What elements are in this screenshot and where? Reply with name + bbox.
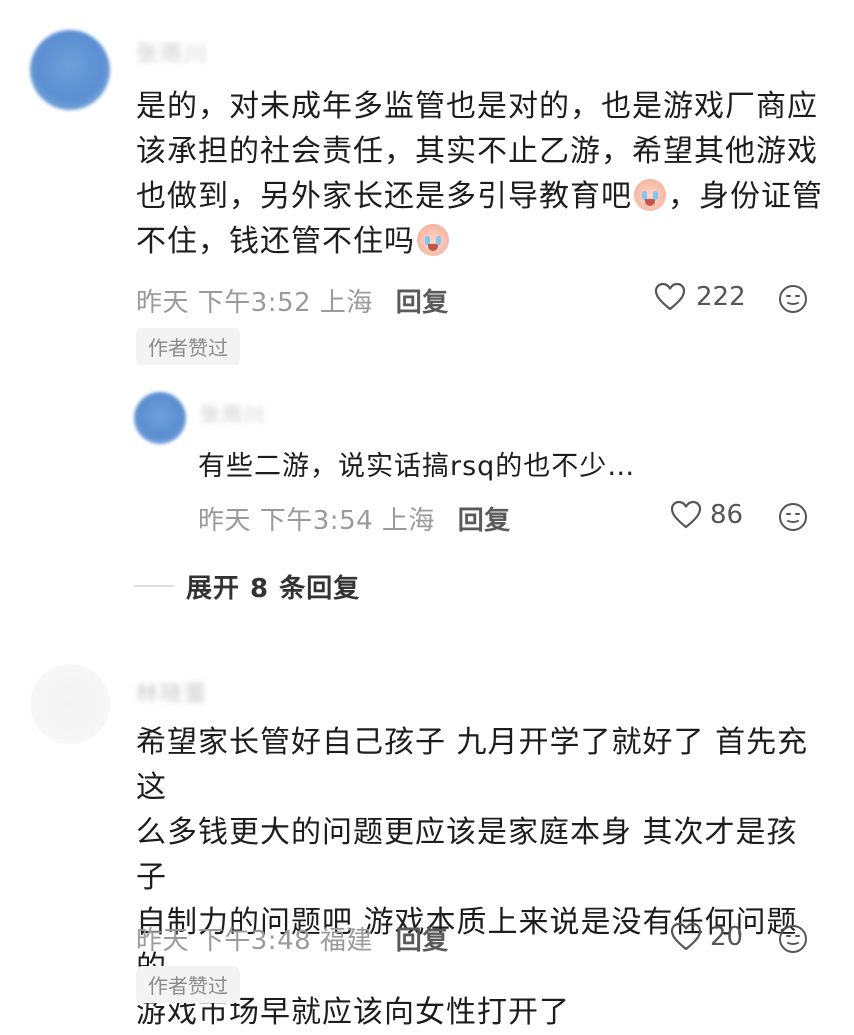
author-liked-badge: 作者赞过 <box>136 328 240 365</box>
comment-time: 昨天 下午3:52 上海 <box>136 288 373 318</box>
like-count: 86 <box>710 500 744 530</box>
expand-divider <box>134 585 174 587</box>
reply-button[interactable]: 回复 <box>458 506 511 536</box>
like-button[interactable]: 86 <box>670 500 743 530</box>
username[interactable]: 张雨川 <box>136 36 208 68</box>
like-count: 222 <box>696 282 746 312</box>
avatar[interactable] <box>30 664 110 744</box>
username[interactable]: 林晓蕾 <box>136 676 208 708</box>
comment-text: 是的，对未成年多监管也是对的，也是游戏厂商应 该承担的社会责任，其实不止乙游，希… <box>136 89 823 259</box>
heart-outline-icon <box>654 282 686 311</box>
author-liked-badge: 作者赞过 <box>136 966 240 1003</box>
crying-face-emoji <box>417 224 449 256</box>
reply-meta: 昨天 下午3:54 上海 回复 <box>198 500 511 537</box>
reply-time: 昨天 下午3:54 上海 <box>198 506 435 536</box>
reply-button[interactable]: 回复 <box>396 288 449 318</box>
like-button[interactable]: 20 <box>670 922 743 952</box>
avatar[interactable] <box>30 30 110 110</box>
reply-username[interactable]: 张雨川 <box>200 398 266 427</box>
comment-time: 昨天 下午3:48 福建 <box>136 926 373 956</box>
comment-meta: 昨天 下午3:48 福建 回复 <box>136 920 449 957</box>
crying-face-emoji <box>634 179 666 211</box>
comment-meta: 昨天 下午3:52 上海 回复 <box>136 282 449 319</box>
reply-button[interactable]: 回复 <box>396 926 449 956</box>
heart-outline-icon <box>670 922 702 951</box>
expand-replies-button[interactable]: 展开 8 条回复 <box>186 568 360 605</box>
like-count: 20 <box>710 922 744 952</box>
like-button[interactable]: 222 <box>654 282 746 312</box>
emoji-face-icon[interactable] <box>778 502 808 536</box>
reply-text: 有些二游，说实话搞rsq的也不少… <box>198 451 636 482</box>
heart-outline-icon <box>670 500 702 529</box>
emoji-face-icon[interactable] <box>778 284 808 318</box>
reply-avatar[interactable] <box>134 392 186 444</box>
emoji-face-icon[interactable] <box>778 924 808 958</box>
